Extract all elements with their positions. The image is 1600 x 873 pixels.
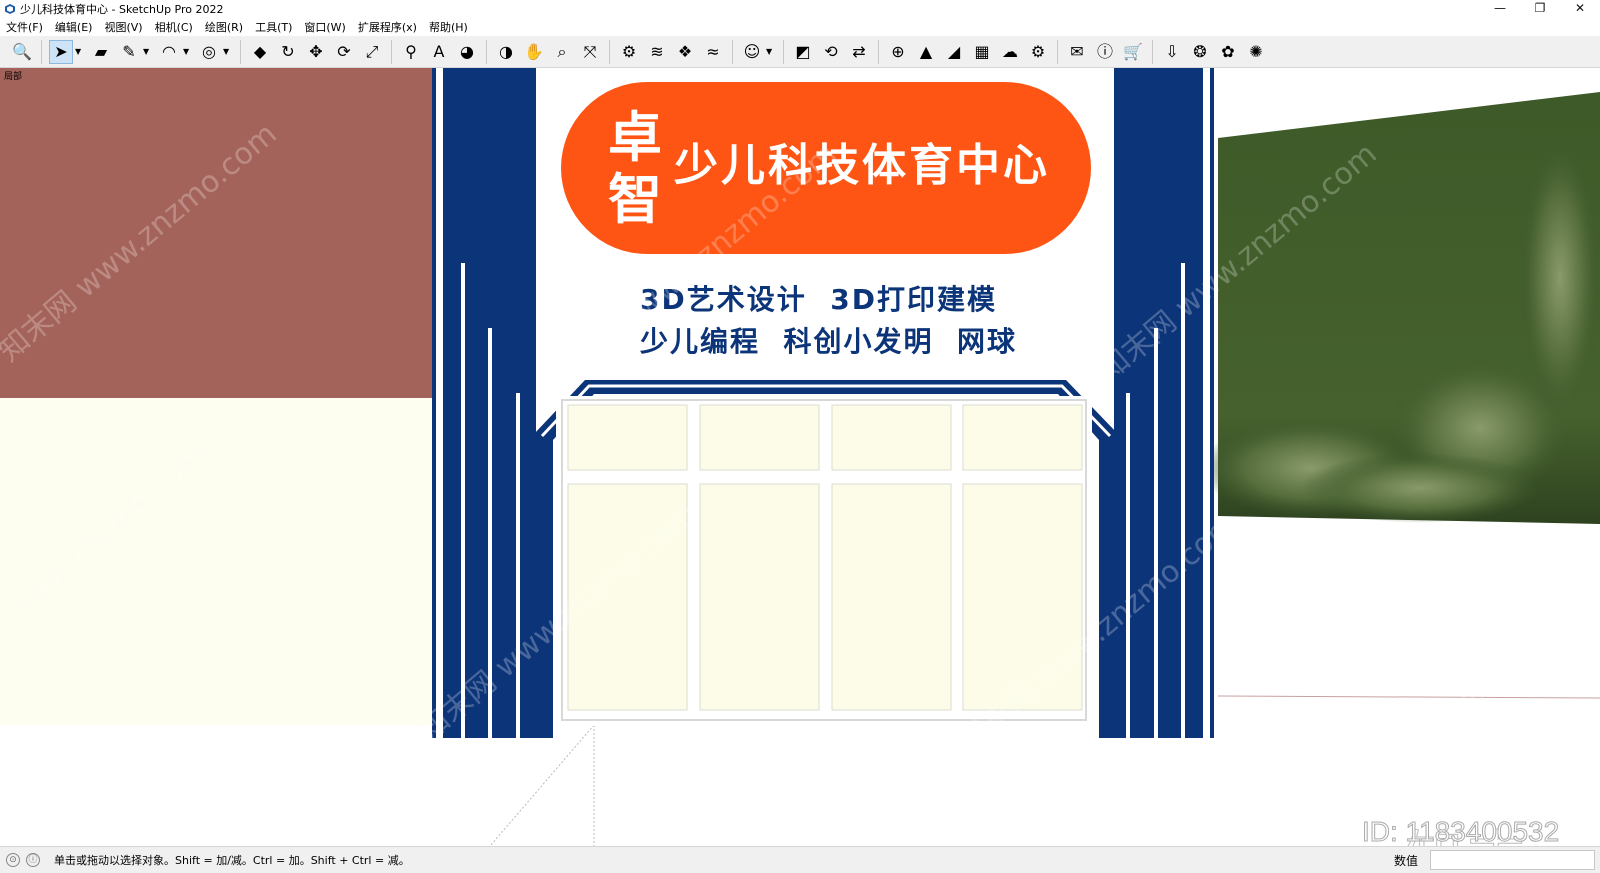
menu-camera[interactable]: 相机(C) <box>149 19 199 35</box>
menu-view[interactable]: 视图(V) <box>98 19 148 35</box>
toolbar-separator <box>41 39 42 64</box>
eraser-icon[interactable]: ▰ <box>89 40 113 64</box>
refresh-icon[interactable]: ⟲ <box>819 40 843 64</box>
arc-icon[interactable]: ◠ <box>157 40 181 64</box>
circle-icon[interactable]: ◎ <box>197 40 221 64</box>
toolbar-separator <box>878 39 879 64</box>
plugin-b-icon[interactable]: ✿ <box>1216 40 1240 64</box>
maximize-button[interactable]: ❐ <box>1520 0 1560 18</box>
dropdown-arrow-icon[interactable]: ▼ <box>223 47 231 56</box>
ground-line <box>1217 695 1600 699</box>
plugin-a-icon[interactable]: ❂ <box>1188 40 1212 64</box>
credits-icon[interactable]: ⓘ <box>26 853 40 867</box>
terrain-icon[interactable]: ◢ <box>942 40 966 64</box>
add-icon[interactable]: ⊕ <box>886 40 910 64</box>
toolbar-separator <box>1057 39 1058 64</box>
info-icon[interactable]: ⓘ <box>1093 40 1117 64</box>
import-icon[interactable]: ⇩ <box>1160 40 1184 64</box>
dropdown-arrow-icon[interactable]: ▼ <box>766 47 774 56</box>
sign-courses-line-2: 少儿编程 科创小发明 网球 <box>640 325 1017 358</box>
rotate-icon[interactable]: ⟳ <box>332 40 356 64</box>
status-bar: ⊙ ⓘ 单击或拖动以选择对象。Shift = 加/减。Ctrl = 加。Shif… <box>0 846 1600 873</box>
settings-icon[interactable]: ⚙ <box>1026 40 1050 64</box>
badge-char-2: 智 <box>608 168 662 231</box>
zoom-icon[interactable]: 🔍 <box>10 40 34 64</box>
sketchup-logo-icon <box>5 4 15 14</box>
toolbar-separator <box>732 39 733 64</box>
dropdown-arrow-icon[interactable]: ▼ <box>75 47 83 56</box>
toolbar-separator <box>391 39 392 64</box>
pencil-icon[interactable]: ✎ <box>117 40 141 64</box>
right-pillar-outline <box>1210 68 1214 738</box>
zoom-window-icon[interactable]: ⌕ <box>550 40 574 64</box>
close-button[interactable]: ✕ <box>1560 0 1600 18</box>
left-pillar-edge <box>436 68 443 738</box>
paint-bucket-icon[interactable]: ◕ <box>455 40 479 64</box>
tree-icon[interactable]: ▲ <box>914 40 938 64</box>
menu-window[interactable]: 窗口(W) <box>298 19 351 35</box>
tape-measure-icon[interactable]: ⚲ <box>399 40 423 64</box>
dropdown-arrow-icon[interactable]: ▼ <box>183 47 191 56</box>
pan-icon[interactable]: ✋ <box>522 40 546 64</box>
tree-blob-4 <box>1300 453 1540 523</box>
toolbar-separator <box>486 39 487 64</box>
guide-line-2 <box>489 724 595 846</box>
zoom-extents-icon[interactable]: ⤧ <box>578 40 602 64</box>
dropdown-arrow-icon[interactable]: ▼ <box>143 47 151 56</box>
menu-bar: 文件(F) 编辑(E) 视图(V) 相机(C) 绘图(R) 工具(T) 窗口(W… <box>0 18 1600 36</box>
badge-char-1: 卓 <box>608 106 662 169</box>
window-title: 少儿科技体育中心 - SketchUp Pro 2022 <box>20 3 224 16</box>
menu-tools[interactable]: 工具(T) <box>249 19 298 35</box>
extension-icon[interactable]: ≈ <box>701 40 725 64</box>
orbit-icon[interactable]: ◑ <box>494 40 518 64</box>
measurements-label: 数值 <box>1394 854 1419 868</box>
push-pull-icon[interactable]: ◆ <box>248 40 272 64</box>
follow-me-icon[interactable]: ↻ <box>276 40 300 64</box>
toolbar-separator <box>783 39 784 64</box>
export-icon[interactable]: ◩ <box>791 40 815 64</box>
text-icon[interactable]: A <box>427 40 451 64</box>
move-icon[interactable]: ✥ <box>304 40 328 64</box>
menu-edit[interactable]: 编辑(E) <box>49 19 99 35</box>
storefront-model: 卓 智 少儿科技体育中心 3D艺术设计 3D打印建模 少儿编程 科创小发明 网球 <box>432 68 1600 846</box>
transfer-icon[interactable]: ⇄ <box>847 40 871 64</box>
menu-draw[interactable]: 绘图(R) <box>199 19 249 35</box>
sign-title: 少儿科技体育中心 <box>674 140 1050 191</box>
geo-location-icon[interactable]: ⊙ <box>6 853 20 867</box>
select-arrow-icon[interactable]: ➤ <box>49 39 73 64</box>
menu-help[interactable]: 帮助(H) <box>423 19 474 35</box>
account-icon[interactable]: ☺ <box>740 40 764 64</box>
menu-extensions[interactable]: 扩展程序(x) <box>352 19 423 35</box>
measurements-input[interactable] <box>1430 850 1595 870</box>
checker-icon[interactable]: ▦ <box>970 40 994 64</box>
title-bar: 少儿科技体育中心 - SketchUp Pro 2022 — ❐ ✕ <box>0 0 1600 18</box>
scale-icon[interactable]: ⤢ <box>360 40 384 64</box>
warehouse-icon[interactable]: ⚙ <box>617 40 641 64</box>
components-icon[interactable]: ❖ <box>673 40 697 64</box>
model-viewport[interactable]: 局部 卓 智 少儿科技体育中心 3D艺术设计 3D打印建模 少儿编程 科创小发明… <box>0 68 1600 846</box>
sign-courses-line-1: 3D艺术设计 3D打印建模 <box>640 283 997 316</box>
cloud-upload-icon[interactable]: ☁ <box>998 40 1022 64</box>
toolbar-separator <box>240 39 241 64</box>
watermark-id: ID: 1183400532 <box>1361 816 1560 848</box>
toolbar-separator <box>609 39 610 64</box>
main-toolbar: 🔍 ➤ ▼ ▰ ✎ ▼ ◠ ▼ ◎ ▼ ◆ ↻ ✥ ⟳ ⤢ ⚲ A ◕ ◑ ✋ ⌕ ⤧ ⚙ ≋ ❖ ≈ ☺ ▼ ◩ ⟲ ⇄ ⊕ ▲ ◢ ▦ ☁ ⚙ ✉ ⓘ 🛒… <box>0 36 1600 68</box>
mail-icon[interactable]: ✉ <box>1065 40 1089 64</box>
minimize-button[interactable]: — <box>1480 0 1520 18</box>
layers-icon[interactable]: ≋ <box>645 40 669 64</box>
plugin-c-icon[interactable]: ✺ <box>1244 40 1268 64</box>
status-hint: 单击或拖动以选择对象。Shift = 加/减。Ctrl = 加。Shift + … <box>54 854 410 867</box>
toolbar-separator <box>1152 39 1153 64</box>
right-pillar-edge <box>1203 68 1210 738</box>
menu-file[interactable]: 文件(F) <box>0 19 49 35</box>
window-controls: — ❐ ✕ <box>1480 0 1600 18</box>
left-pillar-outline <box>432 68 436 738</box>
cart-icon[interactable]: 🛒 <box>1121 40 1145 64</box>
